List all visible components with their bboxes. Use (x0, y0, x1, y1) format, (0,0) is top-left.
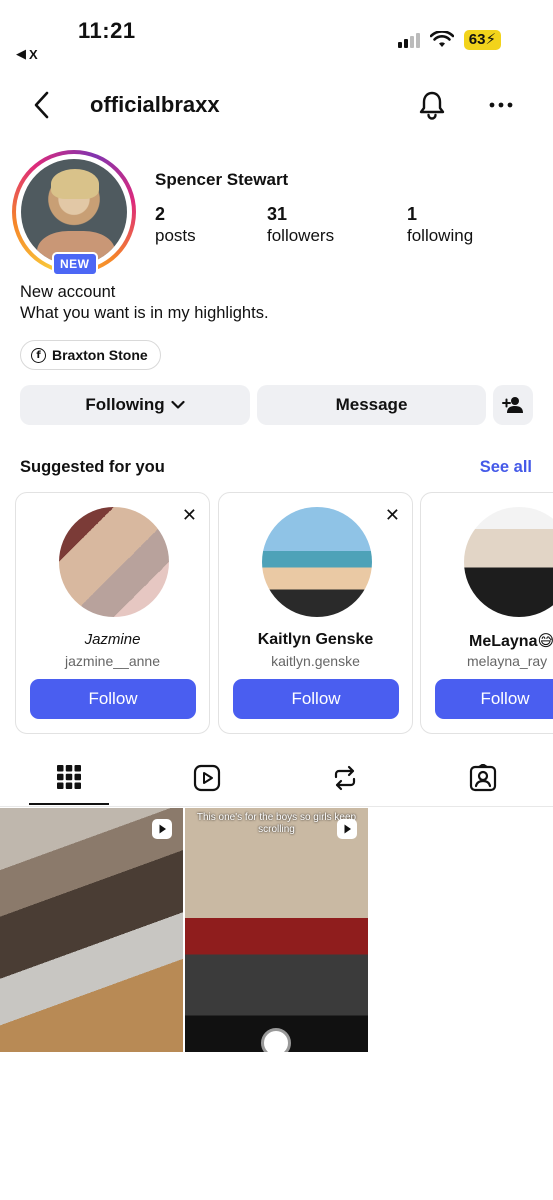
suggestion-avatar[interactable] (464, 507, 553, 617)
active-tab-indicator (29, 803, 109, 805)
bio-line: What you want is in my highlights. (20, 304, 269, 322)
display-name: Spencer Stewart (155, 170, 289, 189)
following-button-label: Following (85, 395, 165, 414)
add-user-button[interactable] (493, 385, 533, 425)
chevron-down-icon (171, 400, 185, 409)
more-horizontal-icon (489, 102, 513, 108)
bio-line: New account (20, 283, 116, 301)
message-button[interactable]: Message (257, 385, 486, 425)
wifi-icon (429, 31, 454, 47)
back-app-label: X (29, 46, 38, 62)
message-button-label: Message (335, 395, 408, 414)
linked-facebook-chip[interactable]: f Braxton Stone (20, 340, 161, 370)
follow-button[interactable]: Follow (233, 679, 399, 719)
suggested-title: Suggested for you (20, 458, 165, 476)
chevron-left-icon (34, 91, 49, 119)
avatar (21, 159, 127, 265)
suggestion-name: Kaitlyn Genske (257, 631, 374, 648)
following-stat[interactable]: 1 following (407, 204, 473, 246)
posts-stat[interactable]: 2 posts (155, 204, 196, 246)
close-icon[interactable]: ✕ (385, 505, 400, 526)
close-icon[interactable]: ✕ (182, 505, 197, 526)
suggestion-card: ✕ Kaitlyn Genske kaitlyn.genske Follow (218, 492, 413, 734)
tab-tagged[interactable] (469, 763, 497, 797)
back-to-app-link[interactable]: ◀ X (16, 46, 38, 62)
battery-indicator: 63⚡ (463, 30, 501, 50)
profile-tabs (0, 760, 553, 806)
facebook-icon: f (31, 347, 46, 363)
posts-label: posts (155, 226, 196, 245)
reels-icon (193, 764, 221, 792)
new-badge: NEW (52, 252, 98, 276)
follow-button[interactable]: Follow (435, 679, 553, 719)
linked-account-name: Braxton Stone (52, 347, 148, 363)
suggestion-name: MeLayna😅 (469, 633, 553, 650)
tab-grid[interactable] (56, 764, 82, 795)
profile-username: officialbraxx (90, 92, 220, 117)
grid-icon (57, 765, 81, 789)
back-triangle-icon: ◀ (16, 46, 26, 61)
following-count: 1 (407, 204, 418, 224)
followers-label: followers (267, 226, 335, 245)
followers-count: 31 (267, 204, 288, 224)
reel-icon (152, 819, 172, 839)
following-label: following (407, 226, 474, 245)
reposts-icon (334, 765, 356, 791)
back-button[interactable] (32, 90, 52, 125)
suggestion-avatar[interactable] (59, 507, 169, 617)
suggestion-avatar[interactable] (262, 507, 372, 617)
add-person-icon (502, 397, 523, 413)
notifications-button[interactable] (418, 90, 446, 125)
battery-level: 63 (468, 31, 486, 48)
suggestion-card: MeLayna😅 melayna_ray Follow (420, 492, 553, 734)
status-indicators: 63⚡ (397, 30, 501, 50)
suggestion-name: Jazmine (84, 631, 141, 648)
divider (0, 806, 553, 807)
more-options-button[interactable] (488, 96, 514, 114)
tagged-icon (469, 763, 497, 792)
bell-icon (419, 91, 445, 120)
charging-icon: ⚡ (485, 31, 496, 48)
suggestion-handle: melayna_ray (467, 653, 548, 669)
reel-icon (337, 819, 357, 839)
followers-stat[interactable]: 31 followers (267, 204, 334, 246)
status-time: 11:21 (78, 18, 136, 43)
profile-header: officialbraxx (0, 82, 553, 130)
posts-count: 2 (155, 204, 166, 224)
profile-bio: New account What you want is in my highl… (20, 282, 269, 324)
tab-reposts[interactable] (331, 764, 359, 797)
cellular-signal-icon (397, 32, 420, 48)
camera-shutter-graphic (261, 1028, 291, 1052)
see-all-link[interactable]: See all (480, 458, 532, 477)
tab-reels[interactable] (193, 764, 221, 797)
post-thumbnail[interactable] (0, 808, 183, 1052)
suggestion-handle: kaitlyn.genske (271, 653, 360, 669)
following-button[interactable]: Following (20, 385, 250, 425)
post-thumbnail[interactable]: This one's for the boys so girls keep sc… (185, 808, 368, 1052)
suggestion-card: ✕ Jazmine jazmine__anne Follow (15, 492, 210, 734)
suggestion-handle: jazmine__anne (65, 653, 160, 669)
follow-button[interactable]: Follow (30, 679, 196, 719)
